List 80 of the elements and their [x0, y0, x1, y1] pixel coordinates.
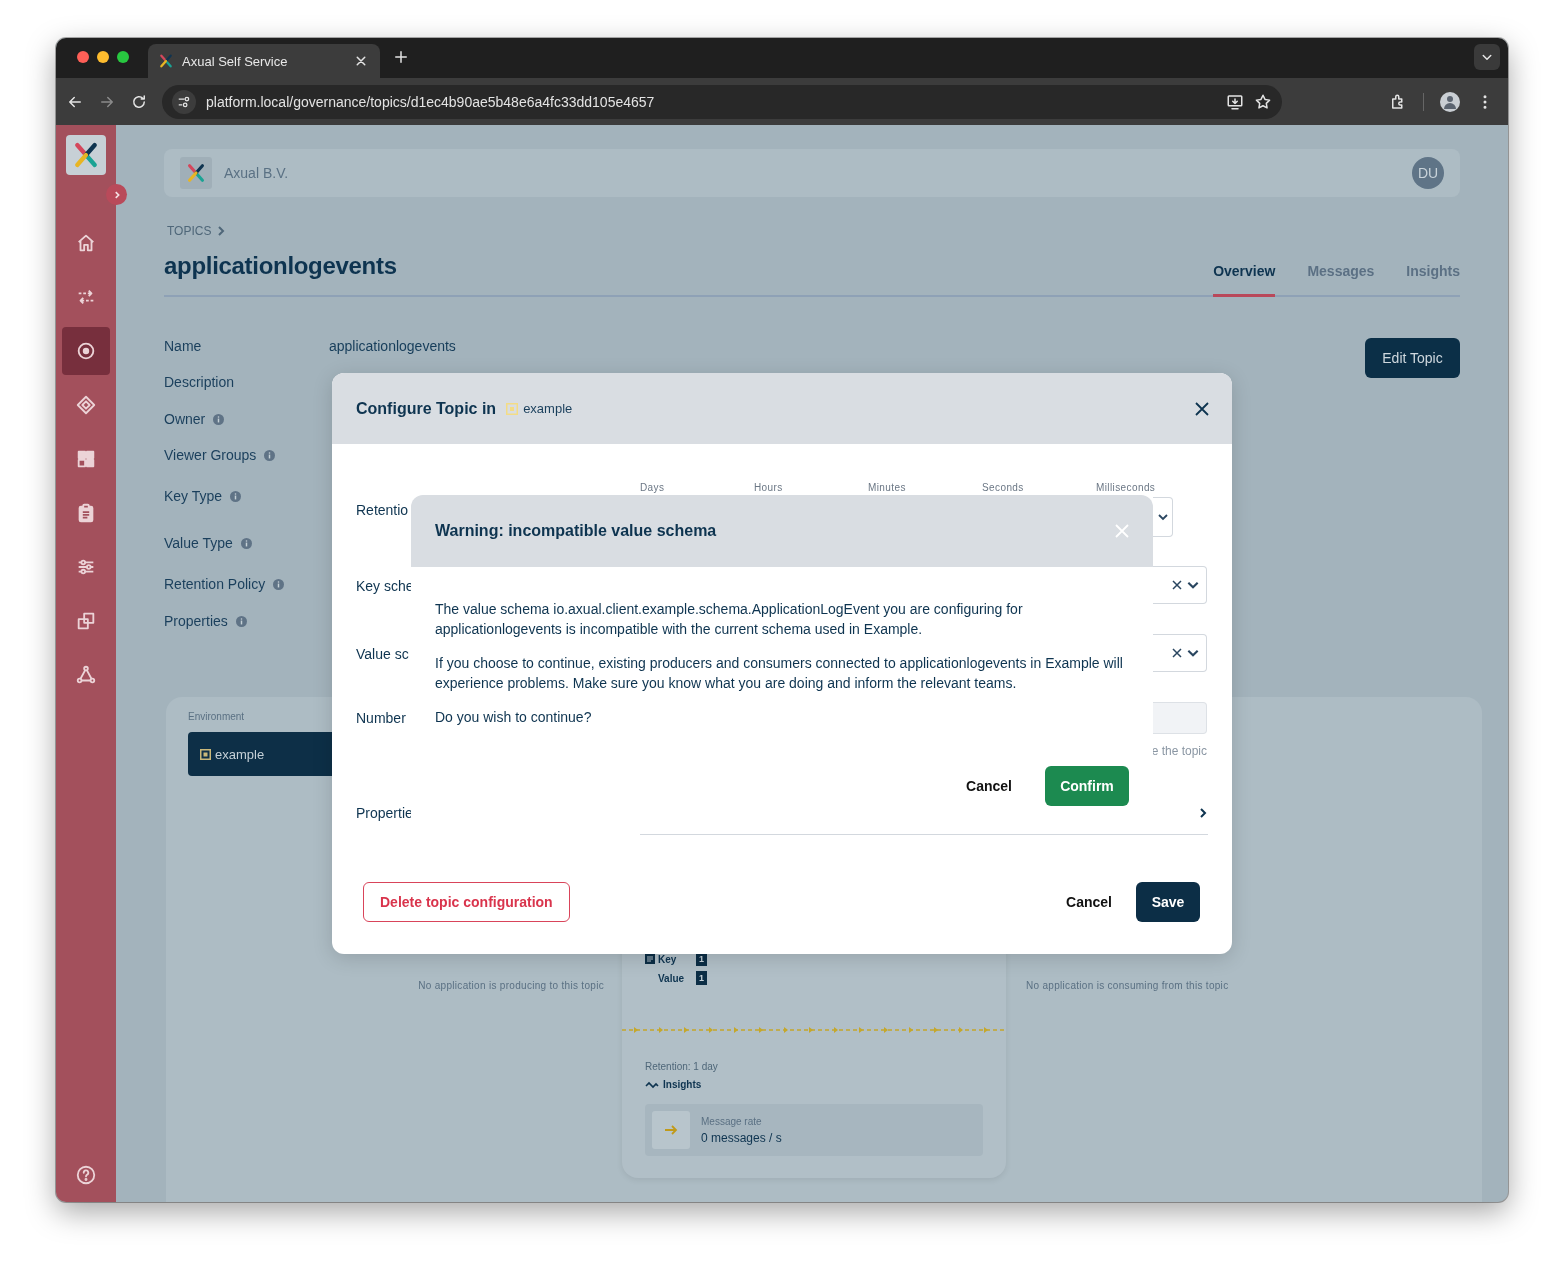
- empty-producers-note: No application is producing to this topic: [418, 980, 604, 991]
- environment-name: example: [523, 401, 573, 416]
- org-logo-icon: [185, 162, 207, 184]
- warning-paragraph: If you choose to continue, existing producers and consumers connected to applicationlogevents in Example will experience problems. Make sure you know what you are doing and inform the relevant teams.: [435, 654, 1124, 693]
- help-icon[interactable]: [75, 1164, 97, 1186]
- favicon-icon: [158, 53, 174, 69]
- diamond-icon: [75, 394, 97, 416]
- new-tab-icon[interactable]: [392, 48, 410, 66]
- field-label: Retention Policy: [164, 575, 266, 594]
- unit-label: Hours: [754, 482, 784, 494]
- delete-button[interactable]: Delete topic configuration: [363, 882, 570, 922]
- dialog-title: Configure Topic in: [356, 399, 497, 418]
- url-text: platform.local/governance/topics/d1ec4b90ae5b48e6a4fc33dd105e4657: [206, 93, 656, 110]
- bookmark-star-icon[interactable]: [1254, 92, 1272, 111]
- chevron-right-icon[interactable]: [1198, 807, 1208, 819]
- field-label: Properties: [164, 612, 228, 631]
- schema-label: Value: [658, 972, 686, 984]
- schema-label: Key: [658, 953, 678, 965]
- app-logo[interactable]: [66, 135, 106, 175]
- field-label: Name: [164, 337, 202, 356]
- page-title: applicationlogevents: [164, 252, 398, 280]
- confirm-button[interactable]: Confirm: [1045, 766, 1129, 806]
- install-icon[interactable]: [1226, 92, 1244, 111]
- form-label: Number: [356, 709, 407, 728]
- clear-icon[interactable]: [1172, 580, 1182, 590]
- insights-link[interactable]: Insights: [663, 1079, 702, 1090]
- warning-title: Warning: incompatible value schema: [435, 522, 717, 540]
- chevron-right-icon: [217, 226, 226, 236]
- form-label: Retentio: [356, 501, 410, 520]
- environment-icon: [200, 748, 211, 760]
- tab[interactable]: Overview: [1213, 261, 1276, 297]
- partitions-input[interactable]: [1153, 702, 1207, 734]
- save-button[interactable]: Save: [1136, 882, 1200, 922]
- zoom-window-icon[interactable]: [117, 51, 129, 63]
- unit-label: Minutes: [868, 482, 907, 494]
- form-label: Value sc: [356, 645, 410, 664]
- cancel-button[interactable]: Cancel: [1054, 882, 1124, 922]
- site-settings-icon[interactable]: [172, 89, 196, 114]
- browser-tab[interactable]: Axual Self Service: [148, 44, 380, 78]
- unit-label: Seconds: [982, 482, 1025, 494]
- wave-icon: [645, 1080, 659, 1089]
- rate-value: 0 messages / s: [701, 1130, 782, 1145]
- home-icon: [75, 232, 97, 254]
- address-bar[interactable]: platform.local/governance/topics/d1ec4b90ae5b48e6a4fc33dd105e4657: [162, 84, 1282, 119]
- tab-menu-button[interactable]: [1474, 44, 1500, 70]
- warning-paragraph: The value schema io.axual.client.example.schema.ApplicationLogEvent you are configuring for applicationlogevents is incompatible with the current schema used in Example.: [435, 600, 1024, 639]
- rate-label: Message rate: [701, 1115, 763, 1127]
- environment-item[interactable]: example: [188, 732, 332, 776]
- unit-label: Days: [640, 482, 666, 494]
- empty-consumers-note: No application is consuming from this topic: [1026, 980, 1229, 991]
- sidebar-item[interactable]: [62, 327, 110, 375]
- unit-label: Milliseconds: [1096, 482, 1157, 494]
- environment-icon: [506, 402, 519, 415]
- edit-topic-button[interactable]: Edit Topic: [1365, 338, 1460, 378]
- close-window-icon[interactable]: [77, 51, 89, 63]
- squares-icon: [75, 610, 97, 632]
- triangle-nodes-icon: [75, 664, 97, 686]
- close-icon[interactable]: [1194, 400, 1210, 417]
- field-label: Description: [164, 373, 235, 392]
- field-label: Owner: [164, 410, 206, 429]
- field-label: Key Type: [164, 487, 223, 506]
- version-badge: 1: [696, 971, 707, 985]
- field-label: Viewer Groups: [164, 446, 257, 465]
- retention-text: Retention: 1 day: [645, 1061, 719, 1072]
- environment-label: Environment: [188, 711, 245, 723]
- organization-name: Axual B.V.: [224, 165, 290, 181]
- arrow-right-icon: [664, 1125, 678, 1135]
- chevron-down-icon[interactable]: [1157, 511, 1169, 523]
- cancel-button[interactable]: Cancel: [954, 766, 1024, 806]
- target-icon: [75, 340, 97, 362]
- minimize-window-icon[interactable]: [97, 51, 109, 63]
- document-icon: [645, 954, 655, 964]
- expand-sidebar-button[interactable]: [106, 184, 127, 205]
- warning-paragraph: Do you wish to continue?: [435, 708, 593, 727]
- profile-avatar[interactable]: [1440, 91, 1460, 112]
- clear-icon[interactable]: [1172, 648, 1182, 658]
- field-label: Value Type: [164, 534, 233, 553]
- reload-icon[interactable]: [130, 92, 148, 111]
- field-value: applicationlogevents: [329, 337, 456, 356]
- form-label: Propertie: [356, 804, 414, 823]
